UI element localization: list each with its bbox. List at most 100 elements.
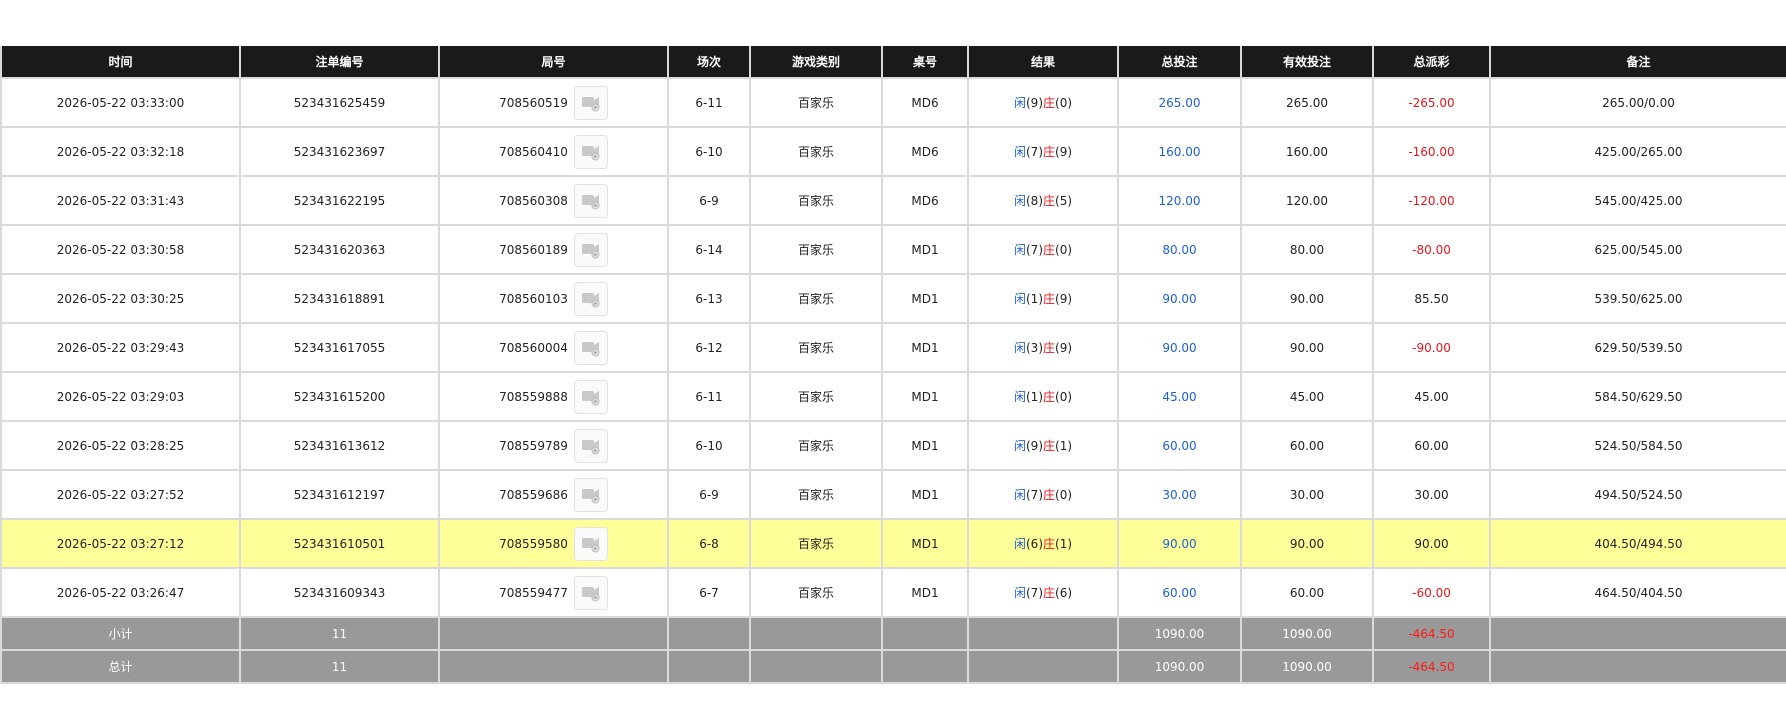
- banker-label: 庄: [1043, 390, 1056, 404]
- cell-bet-id: 523431617055: [239, 322, 440, 373]
- video-replay-icon[interactable]: [573, 232, 608, 267]
- cell-round: 6-10: [667, 420, 751, 471]
- cell-total-bet: 45.00: [1117, 371, 1242, 422]
- subtotal-label: 小计: [0, 616, 241, 651]
- cell-total-bet: 90.00: [1117, 322, 1242, 373]
- table-row: 2026-05-22 03:27:52 523431612197 708559686…: [0, 469, 1786, 520]
- cell-game-no: 708559686: [438, 469, 669, 520]
- cell-round: 6-9: [667, 469, 751, 520]
- table-row: 2026-05-22 03:27:12 523431610501 708559580…: [0, 518, 1786, 569]
- cell-valid-bet: 160.00: [1240, 126, 1374, 177]
- cell-result: 闲(7)庄(0): [967, 224, 1119, 275]
- cell-round: 6-8: [667, 518, 751, 569]
- banker-label: 庄: [1043, 537, 1056, 551]
- total-total-bet: 1090.00: [1117, 649, 1242, 684]
- video-replay-icon[interactable]: [573, 330, 608, 365]
- player-score: (7): [1026, 488, 1043, 502]
- header-time: 时间: [0, 46, 241, 78]
- cell-bet-id: 523431609343: [239, 567, 440, 618]
- cell-table-no: MD1: [881, 224, 969, 275]
- cell-game-no: 708560103: [438, 273, 669, 324]
- cell-game-type: 百家乐: [749, 126, 883, 177]
- banker-score: (1): [1055, 439, 1073, 453]
- cell-bet-id: 523431623697: [239, 126, 440, 177]
- subtotal-valid-bet: 1090.00: [1240, 616, 1374, 651]
- cell-payout: 90.00: [1372, 518, 1491, 569]
- banker-label: 庄: [1043, 96, 1056, 110]
- cell-bet-id: 523431612197: [239, 469, 440, 520]
- player-score: (9): [1026, 439, 1043, 453]
- banker-score: (9): [1055, 292, 1073, 306]
- video-replay-icon[interactable]: [573, 85, 608, 120]
- cell-table-no: MD6: [881, 77, 969, 128]
- cell-table-no: MD6: [881, 175, 969, 226]
- video-replay-icon[interactable]: [573, 281, 608, 316]
- cell-game-type: 百家乐: [749, 469, 883, 520]
- header-bet-id: 注单编号: [239, 46, 440, 78]
- cell-note: 629.50/539.50: [1489, 322, 1786, 373]
- table-header-row: 时间 注单编号 局号 场次 游戏类别 桌号 结果 总投注 有效投注 总派彩 备注: [0, 46, 1786, 78]
- player-score: (1): [1026, 390, 1043, 404]
- cell-note: 625.00/545.00: [1489, 224, 1786, 275]
- cell-game-no: 708559477: [438, 567, 669, 618]
- cell-time: 2026-05-22 03:30:58: [0, 224, 241, 275]
- header-result: 结果: [967, 46, 1119, 78]
- total-row: 总计 11 1090.00 1090.00 -464.50: [0, 649, 1786, 684]
- banker-score: (5): [1055, 194, 1073, 208]
- video-replay-icon[interactable]: [573, 477, 608, 512]
- cell-bet-id: 523431615200: [239, 371, 440, 422]
- cell-round: 6-11: [667, 371, 751, 422]
- cell-game-no: 708560004: [438, 322, 669, 373]
- cell-total-bet: 265.00: [1117, 77, 1242, 128]
- cell-game-type: 百家乐: [749, 420, 883, 471]
- header-payout: 总派彩: [1372, 46, 1491, 78]
- cell-game-type: 百家乐: [749, 371, 883, 422]
- cell-round: 6-7: [667, 567, 751, 618]
- cell-time: 2026-05-22 03:33:00: [0, 77, 241, 128]
- cell-payout: -60.00: [1372, 567, 1491, 618]
- video-replay-icon[interactable]: [573, 575, 608, 610]
- cell-note: 425.00/265.00: [1489, 126, 1786, 177]
- cell-note: 404.50/494.50: [1489, 518, 1786, 569]
- cell-payout: -265.00: [1372, 77, 1491, 128]
- video-replay-icon[interactable]: [573, 134, 608, 169]
- cell-valid-bet: 45.00: [1240, 371, 1374, 422]
- cell-table-no: MD1: [881, 273, 969, 324]
- cell-bet-id: 523431625459: [239, 77, 440, 128]
- cell-table-no: MD1: [881, 567, 969, 618]
- subtotal-payout: -464.50: [1372, 616, 1491, 651]
- player-score: (6): [1026, 537, 1043, 551]
- cell-table-no: MD1: [881, 371, 969, 422]
- cell-game-type: 百家乐: [749, 567, 883, 618]
- player-score: (7): [1026, 243, 1043, 257]
- bet-records-table: 时间 注单编号 局号 场次 游戏类别 桌号 结果 总投注 有效投注 总派彩 备注…: [0, 46, 1786, 684]
- cell-round: 6-14: [667, 224, 751, 275]
- header-round: 场次: [667, 46, 751, 78]
- player-label: 闲: [1013, 292, 1026, 306]
- banker-label: 庄: [1043, 439, 1056, 453]
- cell-total-bet: 120.00: [1117, 175, 1242, 226]
- game-no-text: 708559477: [499, 585, 568, 600]
- table-row: 2026-05-22 03:29:03 523431615200 708559888…: [0, 371, 1786, 422]
- cell-result: 闲(7)庄(6): [967, 567, 1119, 618]
- cell-time: 2026-05-22 03:27:12: [0, 518, 241, 569]
- cell-payout: -80.00: [1372, 224, 1491, 275]
- cell-result: 闲(7)庄(0): [967, 469, 1119, 520]
- video-replay-icon[interactable]: [573, 428, 608, 463]
- table-row: 2026-05-22 03:32:18 523431623697 708560410…: [0, 126, 1786, 177]
- video-replay-icon[interactable]: [573, 526, 608, 561]
- cell-payout: -90.00: [1372, 322, 1491, 373]
- cell-note: 265.00/0.00: [1489, 77, 1786, 128]
- cell-time: 2026-05-22 03:26:47: [0, 567, 241, 618]
- video-replay-icon[interactable]: [573, 183, 608, 218]
- cell-game-type: 百家乐: [749, 175, 883, 226]
- banker-score: (0): [1055, 243, 1073, 257]
- player-label: 闲: [1013, 341, 1026, 355]
- video-replay-icon[interactable]: [573, 379, 608, 414]
- cell-note: 539.50/625.00: [1489, 273, 1786, 324]
- cell-payout: 45.00: [1372, 371, 1491, 422]
- cell-valid-bet: 90.00: [1240, 322, 1374, 373]
- cell-payout: -120.00: [1372, 175, 1491, 226]
- cell-payout: -160.00: [1372, 126, 1491, 177]
- game-no-text: 708559789: [499, 438, 568, 453]
